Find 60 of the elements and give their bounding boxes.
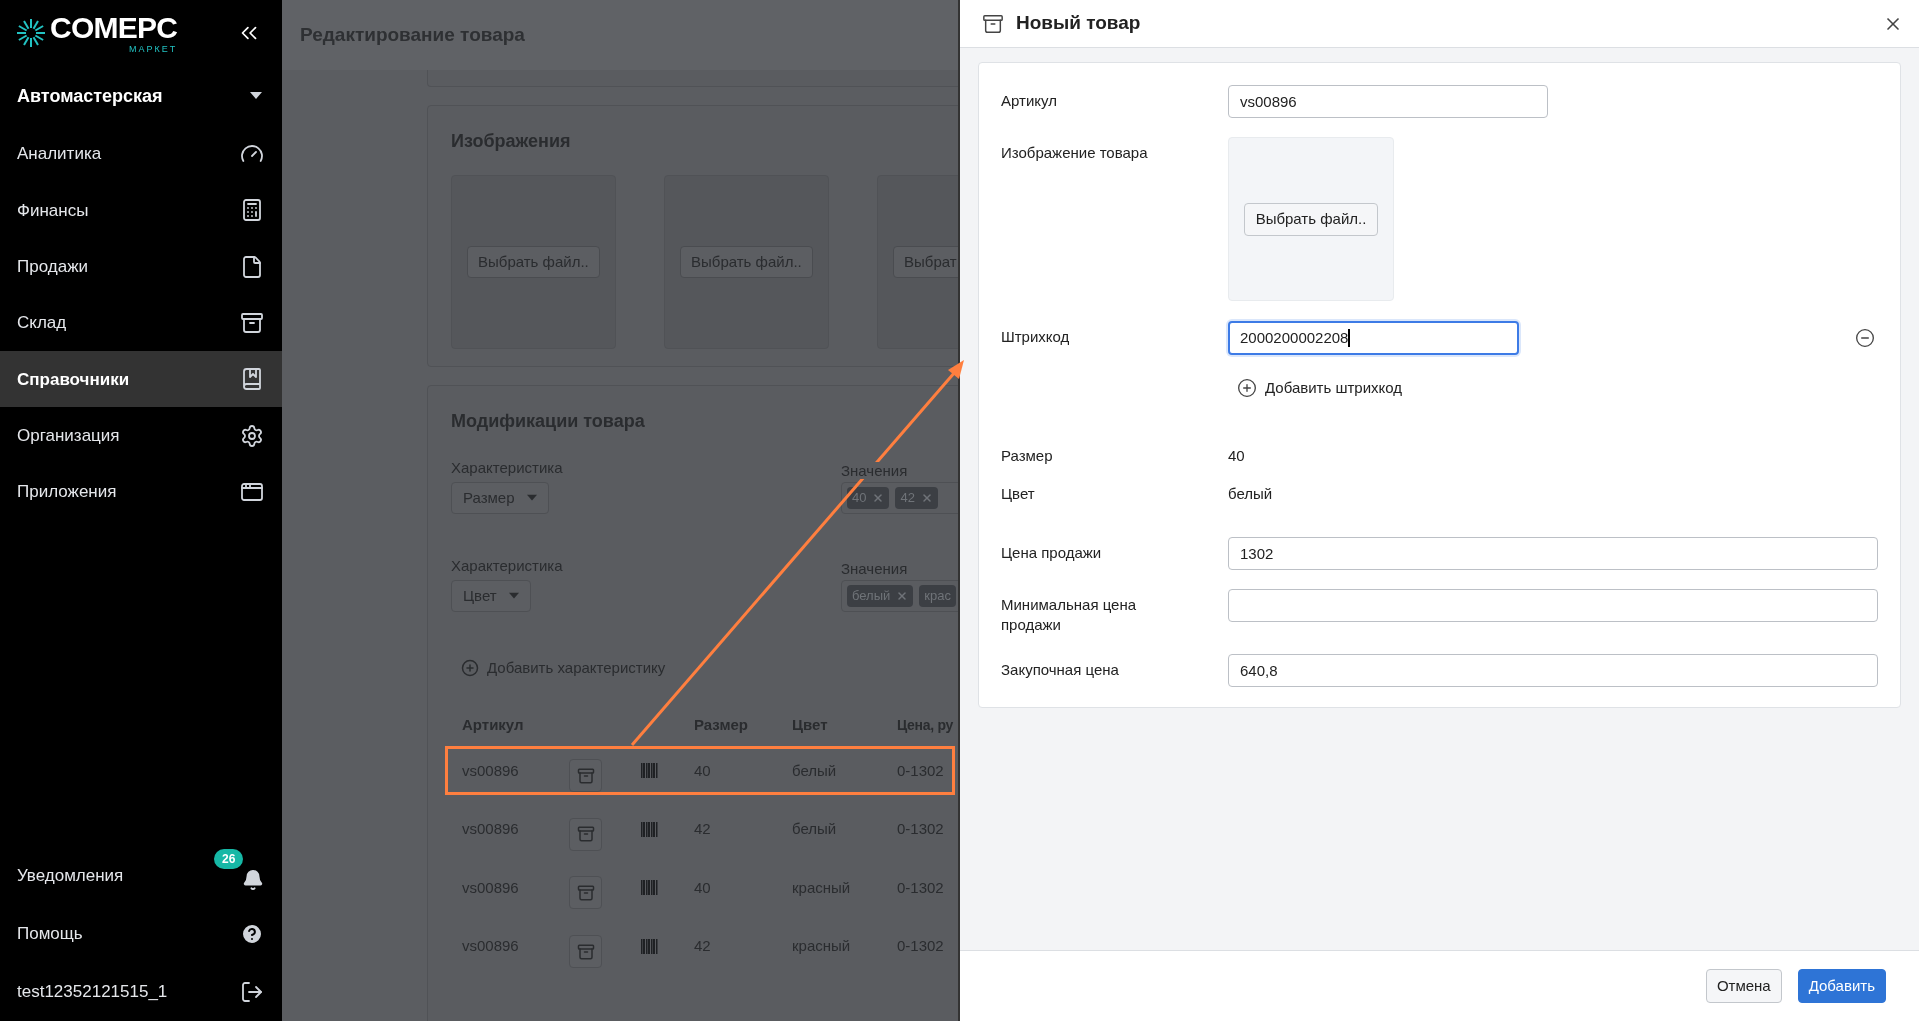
field-label: Артикул (1001, 91, 1058, 111)
sidebar-item[interactable]: Помощь (0, 905, 282, 963)
field-value: 40 (1228, 445, 1245, 466)
sidebar-item[interactable]: Справочники (0, 351, 282, 408)
field-label: Изображение товара (1001, 143, 1149, 163)
image-button[interactable] (569, 759, 602, 793)
field-label: Минимальная цена продажи (1001, 594, 1138, 635)
text-cursor (1348, 329, 1350, 347)
cancel-button[interactable]: Отмена (1705, 969, 1782, 1003)
add-button[interactable]: Добавить (1797, 969, 1886, 1003)
text-field[interactable]: vs00896 (1228, 85, 1548, 118)
barcode-field[interactable]: 2000200002208 (1228, 321, 1519, 355)
calculator-icon (240, 198, 264, 223)
text-field[interactable] (1228, 588, 1878, 622)
choose-file-button[interactable]: Выбрать файл.. (1243, 202, 1379, 236)
sidebar-item[interactable]: Финансы (0, 182, 282, 239)
box-icon (240, 311, 264, 336)
notifications-link[interactable]: Уведомления (17, 863, 124, 889)
dropdown-caret-icon (508, 592, 519, 600)
barcode-icon[interactable] (641, 939, 658, 955)
field-label: Размер (1001, 445, 1054, 466)
bell-icon[interactable] (242, 869, 264, 891)
sidebar-item[interactable]: Приложения (0, 463, 282, 521)
remove-icon[interactable] (1855, 328, 1875, 348)
logo-subtitle: МАРКЕТ (128, 44, 178, 54)
barcode-icon[interactable] (641, 821, 658, 837)
box-icon (576, 766, 595, 785)
sidebar-item[interactable]: Продажи (0, 238, 282, 295)
gear-icon (240, 423, 264, 448)
sidebar-item[interactable]: Организация (0, 407, 282, 464)
field-label: Закупочная цена (1001, 659, 1120, 680)
add-barcode-link[interactable]: Добавить штрихкод (1237, 377, 1403, 400)
box-icon (576, 883, 595, 902)
box-icon (576, 942, 595, 961)
logout-icon (240, 980, 264, 1004)
book-icon (240, 367, 264, 392)
dropdown-caret-icon (250, 92, 262, 100)
field-label: Цена продажи (1001, 542, 1103, 563)
box-icon (982, 12, 1004, 35)
logo-burst-icon (16, 18, 46, 48)
field-value: белый (1228, 483, 1273, 504)
box-icon (576, 825, 595, 844)
field-label: Цвет (1001, 483, 1036, 504)
text-field[interactable]: 640,8 (1228, 653, 1878, 687)
dialog-title: Новый товар (1016, 11, 1141, 36)
text-field[interactable]: 1302 (1228, 536, 1878, 570)
plus-icon (461, 659, 479, 678)
sidebar-item[interactable]: test12352121515_1 (0, 963, 282, 1021)
field-label: Штрихкод (1001, 327, 1071, 347)
organization-selector[interactable]: Автомастерская (0, 66, 282, 126)
sidebar-item[interactable]: Склад (0, 294, 282, 352)
plus-icon (1237, 378, 1257, 399)
logo-wordmark: COMEPC (50, 12, 178, 43)
help-icon (240, 922, 264, 946)
sidebar-item[interactable]: Аналитика (0, 126, 282, 183)
barcode-icon[interactable] (641, 880, 658, 896)
document-icon (240, 254, 264, 279)
barcode-icon[interactable] (641, 763, 658, 779)
dropdown-caret-icon (526, 494, 537, 502)
notification-badge: 26 (214, 849, 244, 869)
